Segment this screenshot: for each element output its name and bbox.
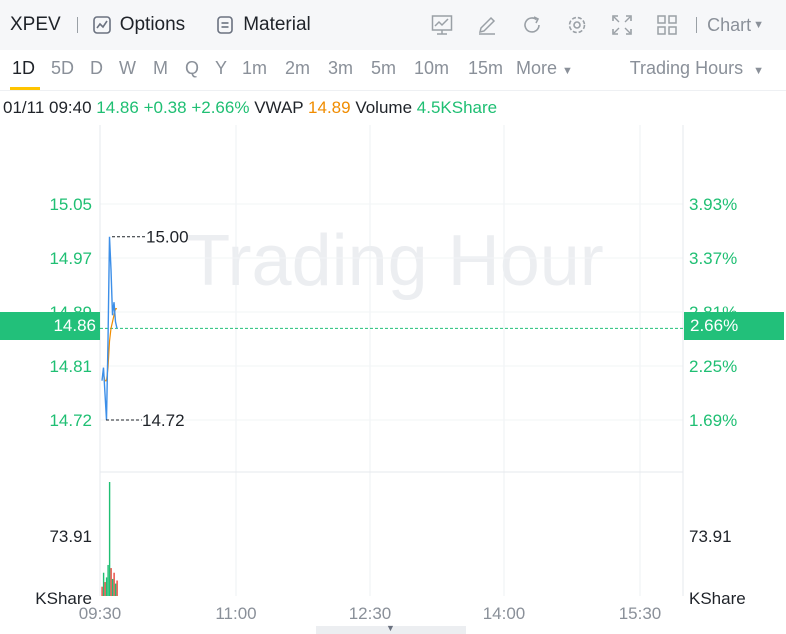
volume-bar xyxy=(102,572,105,596)
y-left-tick-label: 14.81 xyxy=(49,357,92,376)
chart-grid xyxy=(99,125,684,596)
y-left-tick-label: 14.97 xyxy=(49,249,92,268)
x-tick-label: 14:00 xyxy=(483,604,526,623)
volume-bars xyxy=(101,482,118,596)
x-tick-label: 09:30 xyxy=(79,604,122,623)
y-right-tick-label: 2.25% xyxy=(689,357,737,376)
volume-bar xyxy=(101,586,103,596)
volume-axis-left-label: 73.91 xyxy=(49,527,92,546)
y-left-tick-label: 15.05 xyxy=(49,195,92,214)
caret-down-icon: ▼ xyxy=(386,623,395,633)
volume-bar xyxy=(108,482,111,596)
y-right-tick-label: 1.69% xyxy=(689,411,737,430)
volume-bar xyxy=(107,564,109,596)
chart-watermark: Trading Hour xyxy=(186,221,604,301)
y-right-tick-label: 3.93% xyxy=(689,195,737,214)
volume-bar xyxy=(116,580,118,596)
volume-bar xyxy=(113,572,115,596)
x-tick-label: 12:30 xyxy=(349,604,392,623)
intraday-chart[interactable]: Trading Hour 15.0514.9714.8914.8114.723.… xyxy=(0,0,786,634)
x-tick-label: 15:30 xyxy=(619,604,662,623)
y-right-tick-label: 3.37% xyxy=(689,249,737,268)
volume-bar xyxy=(110,568,112,596)
volume-unit-right: KShare xyxy=(689,589,746,608)
volume-bar xyxy=(105,577,108,596)
current-pct-value: 2.66% xyxy=(690,316,739,335)
chart-resize-handle[interactable]: ▼ xyxy=(316,623,466,634)
x-tick-label: 11:00 xyxy=(215,604,256,623)
price-line xyxy=(101,236,118,421)
volume-bar xyxy=(104,582,106,596)
volume-bar xyxy=(114,583,117,596)
high-price-label: 15.00 xyxy=(146,228,189,247)
low-price-label: 14.72 xyxy=(142,411,185,430)
current-price-value: 14.86 xyxy=(53,316,96,335)
y-left-tick-label: 14.72 xyxy=(49,411,92,430)
volume-axis-right-label: 73.91 xyxy=(689,527,732,546)
volume-bar xyxy=(111,578,114,596)
